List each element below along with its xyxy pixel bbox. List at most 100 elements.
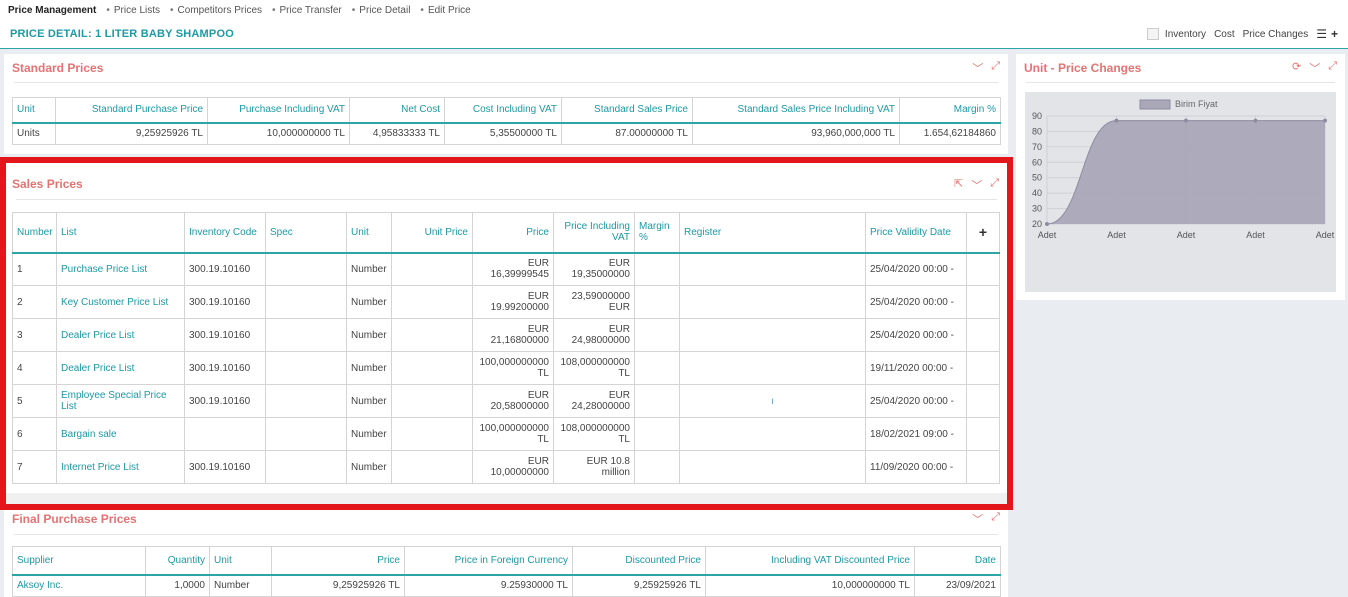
price-validity-date: 11/09/2020 00:00 -	[865, 450, 967, 484]
breadcrumb-edit-price[interactable]: Edit Price	[428, 5, 471, 16]
breadcrumb-price-detail[interactable]: Price Detail	[359, 5, 410, 16]
breadcrumb-separator: •	[351, 4, 356, 16]
inventory-code: 300.19.10160	[184, 252, 266, 286]
cost-link[interactable]: Cost	[1214, 29, 1235, 40]
price-line: 108,000000000	[560, 423, 630, 434]
price-changes-link[interactable]: Price Changes	[1243, 29, 1309, 40]
cell: 87.00000000 TL	[561, 122, 693, 145]
row-number: 4	[12, 351, 57, 385]
cell: 9.25930000 TL	[404, 574, 573, 597]
price-line: EUR	[608, 324, 630, 335]
price-list-link[interactable]: Employee Special Price List	[56, 384, 185, 418]
expand-icon[interactable]: ⤢	[990, 177, 999, 193]
price-line: EUR	[608, 302, 630, 313]
col-unit: Unit	[346, 212, 392, 253]
unit: Number	[346, 417, 392, 451]
y-tick-label: 30	[1032, 204, 1042, 214]
supplier-link[interactable]: Aksoy Inc.	[12, 574, 146, 597]
breadcrumb-separator: •	[170, 4, 174, 16]
breadcrumb-price-transfer[interactable]: Price Transfer	[280, 5, 342, 16]
col-number: Number	[12, 212, 57, 253]
breadcrumb-price-lists[interactable]: Price Lists	[114, 5, 160, 16]
price-line: TL	[537, 434, 549, 445]
price: EUR 19.99200000	[472, 285, 554, 319]
table-row: 2 Key Customer Price List 300.19.10160 Numb…	[12, 285, 1000, 319]
price-line: 23,59000000	[571, 291, 630, 302]
cell: 1,0000	[145, 574, 210, 597]
price-line: EUR	[527, 456, 549, 467]
cell: 10,000000000 TL	[207, 122, 350, 145]
add-row-button[interactable]: +	[966, 212, 1000, 253]
breadcrumb-competitors-prices[interactable]: Competitors Prices	[178, 5, 262, 16]
checkbox[interactable]	[1146, 28, 1159, 40]
unit-price	[391, 318, 473, 352]
row-number: 6	[12, 417, 57, 451]
register	[679, 351, 866, 385]
x-tick-label: Adet	[1107, 230, 1126, 240]
col-standard-sales-price: Standard Sales Price	[561, 97, 693, 123]
breadcrumb-price-management[interactable]: Price Management	[8, 5, 96, 16]
inventory-code: 300.19.10160	[184, 384, 266, 418]
y-tick-label: 60	[1032, 157, 1042, 167]
unit: Number	[346, 285, 392, 319]
margin	[634, 318, 680, 352]
export-icon[interactable]: ⇱	[954, 177, 963, 193]
expand-icon[interactable]: ⤢	[991, 60, 1000, 76]
price-line: 16,39999545	[490, 269, 549, 281]
price-validity-date: 25/04/2020 00:00 -	[865, 252, 967, 286]
expand-icon[interactable]: ⤢	[1328, 60, 1337, 76]
price-line: EUR 10.8 million	[586, 456, 630, 478]
unit-price-chart: Birim Fiyat 20 30 40 50 60 70 80 90 Adet Adet Adet A…	[1025, 92, 1336, 292]
col-cost-incl-vat: Cost Including VAT	[444, 97, 562, 123]
price-list-link[interactable]: Dealer Price List	[56, 351, 185, 385]
price-validity-date: 19/11/2020 00:00 -	[865, 351, 967, 385]
spec	[265, 417, 347, 451]
price-line: TL	[618, 434, 630, 445]
expand-icon[interactable]: ⤢	[991, 511, 1000, 527]
register	[679, 285, 866, 319]
price-validity-date: 25/04/2020 00:00 -	[865, 285, 967, 319]
spec	[265, 384, 347, 418]
price-list-link[interactable]: Dealer Price List	[56, 318, 185, 352]
standard-prices-title: Standard Prices	[12, 61, 104, 75]
inventory-link[interactable]: Inventory	[1165, 29, 1206, 40]
chevron-down-icon[interactable]: ﹀	[972, 511, 983, 527]
chevron-down-icon[interactable]: ﹀	[972, 60, 983, 76]
chevron-down-icon[interactable]: ﹀	[971, 177, 982, 193]
col-margin: Margin %	[634, 212, 680, 253]
price-list-link[interactable]: Bargain sale	[56, 417, 185, 451]
unit-price	[391, 252, 473, 286]
price-list-link[interactable]: Internet Price List	[56, 450, 185, 484]
add-icon[interactable]: +	[1331, 27, 1338, 41]
price: 100,000000000 TL	[472, 351, 554, 385]
col-unit: Unit	[209, 546, 272, 575]
table-row: 7 Internet Price List 300.19.10160 Number EU…	[12, 450, 1000, 484]
margin	[634, 450, 680, 484]
divider	[16, 199, 997, 200]
page-title: PRICE DETAIL: 1 LITER BABY SHAMPOO	[10, 28, 234, 40]
header-actions: Inventory Cost Price Changes ☰ +	[1146, 27, 1338, 41]
refresh-icon[interactable]: ⟳	[1292, 60, 1301, 76]
price-incl-vat: EUR 19,35000000	[553, 252, 635, 286]
table-row: 3 Dealer Price List 300.19.10160 Number EUR 2…	[12, 318, 1000, 352]
price-list-link[interactable]: Purchase Price List	[56, 252, 185, 286]
price-list-link[interactable]: Key Customer Price List	[56, 285, 185, 319]
price-incl-vat: 108,000000000 TL	[553, 417, 635, 451]
price: 100,000000000 TL	[472, 417, 554, 451]
breadcrumb: Price Management • Price Lists • Competito…	[0, 0, 1348, 20]
col-incl-vat-discounted-price: Including VAT Discounted Price	[705, 546, 915, 575]
col-price: Price	[472, 212, 554, 253]
price-line: 19.99200000	[490, 302, 549, 313]
price-line: EUR	[608, 258, 630, 270]
breadcrumb-separator: •	[272, 4, 276, 16]
y-tick-label: 80	[1032, 126, 1042, 136]
inventory-code: 300.19.10160	[184, 285, 266, 319]
cell: Number	[209, 574, 272, 597]
spec	[265, 285, 347, 319]
sales-prices-table: Number List Inventory Code Spec Unit Uni…	[12, 212, 1000, 484]
list-icon[interactable]: ☰	[1316, 27, 1327, 41]
unit-price-changes-title: Unit - Price Changes	[1024, 61, 1142, 75]
cell: 9,25925926 TL	[271, 574, 405, 597]
y-tick-label: 50	[1032, 173, 1042, 183]
chevron-down-icon[interactable]: ﹀	[1309, 60, 1320, 76]
